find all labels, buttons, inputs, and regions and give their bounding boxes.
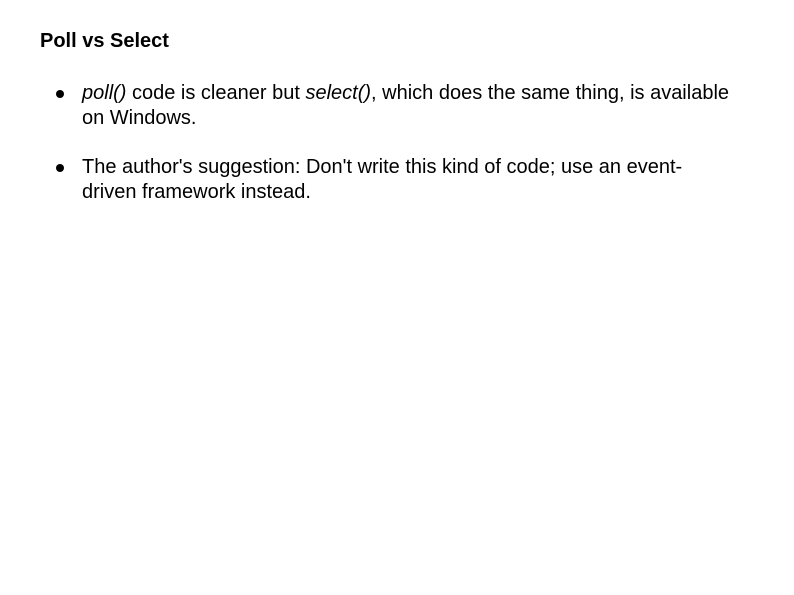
text-run: poll() — [82, 82, 126, 104]
text-run: code is cleaner but — [126, 82, 305, 104]
slide: Poll vs Select poll() code is cleaner bu… — [0, 0, 794, 595]
slide-title: Poll vs Select — [40, 30, 754, 53]
text-run: select() — [305, 82, 371, 104]
list-item: The author's suggestion: Don't write thi… — [56, 155, 734, 205]
bullet-list: poll() code is cleaner but select(), whi… — [40, 81, 754, 205]
text-run: The author's suggestion: Don't write thi… — [82, 156, 682, 203]
list-item: poll() code is cleaner but select(), whi… — [56, 81, 734, 131]
